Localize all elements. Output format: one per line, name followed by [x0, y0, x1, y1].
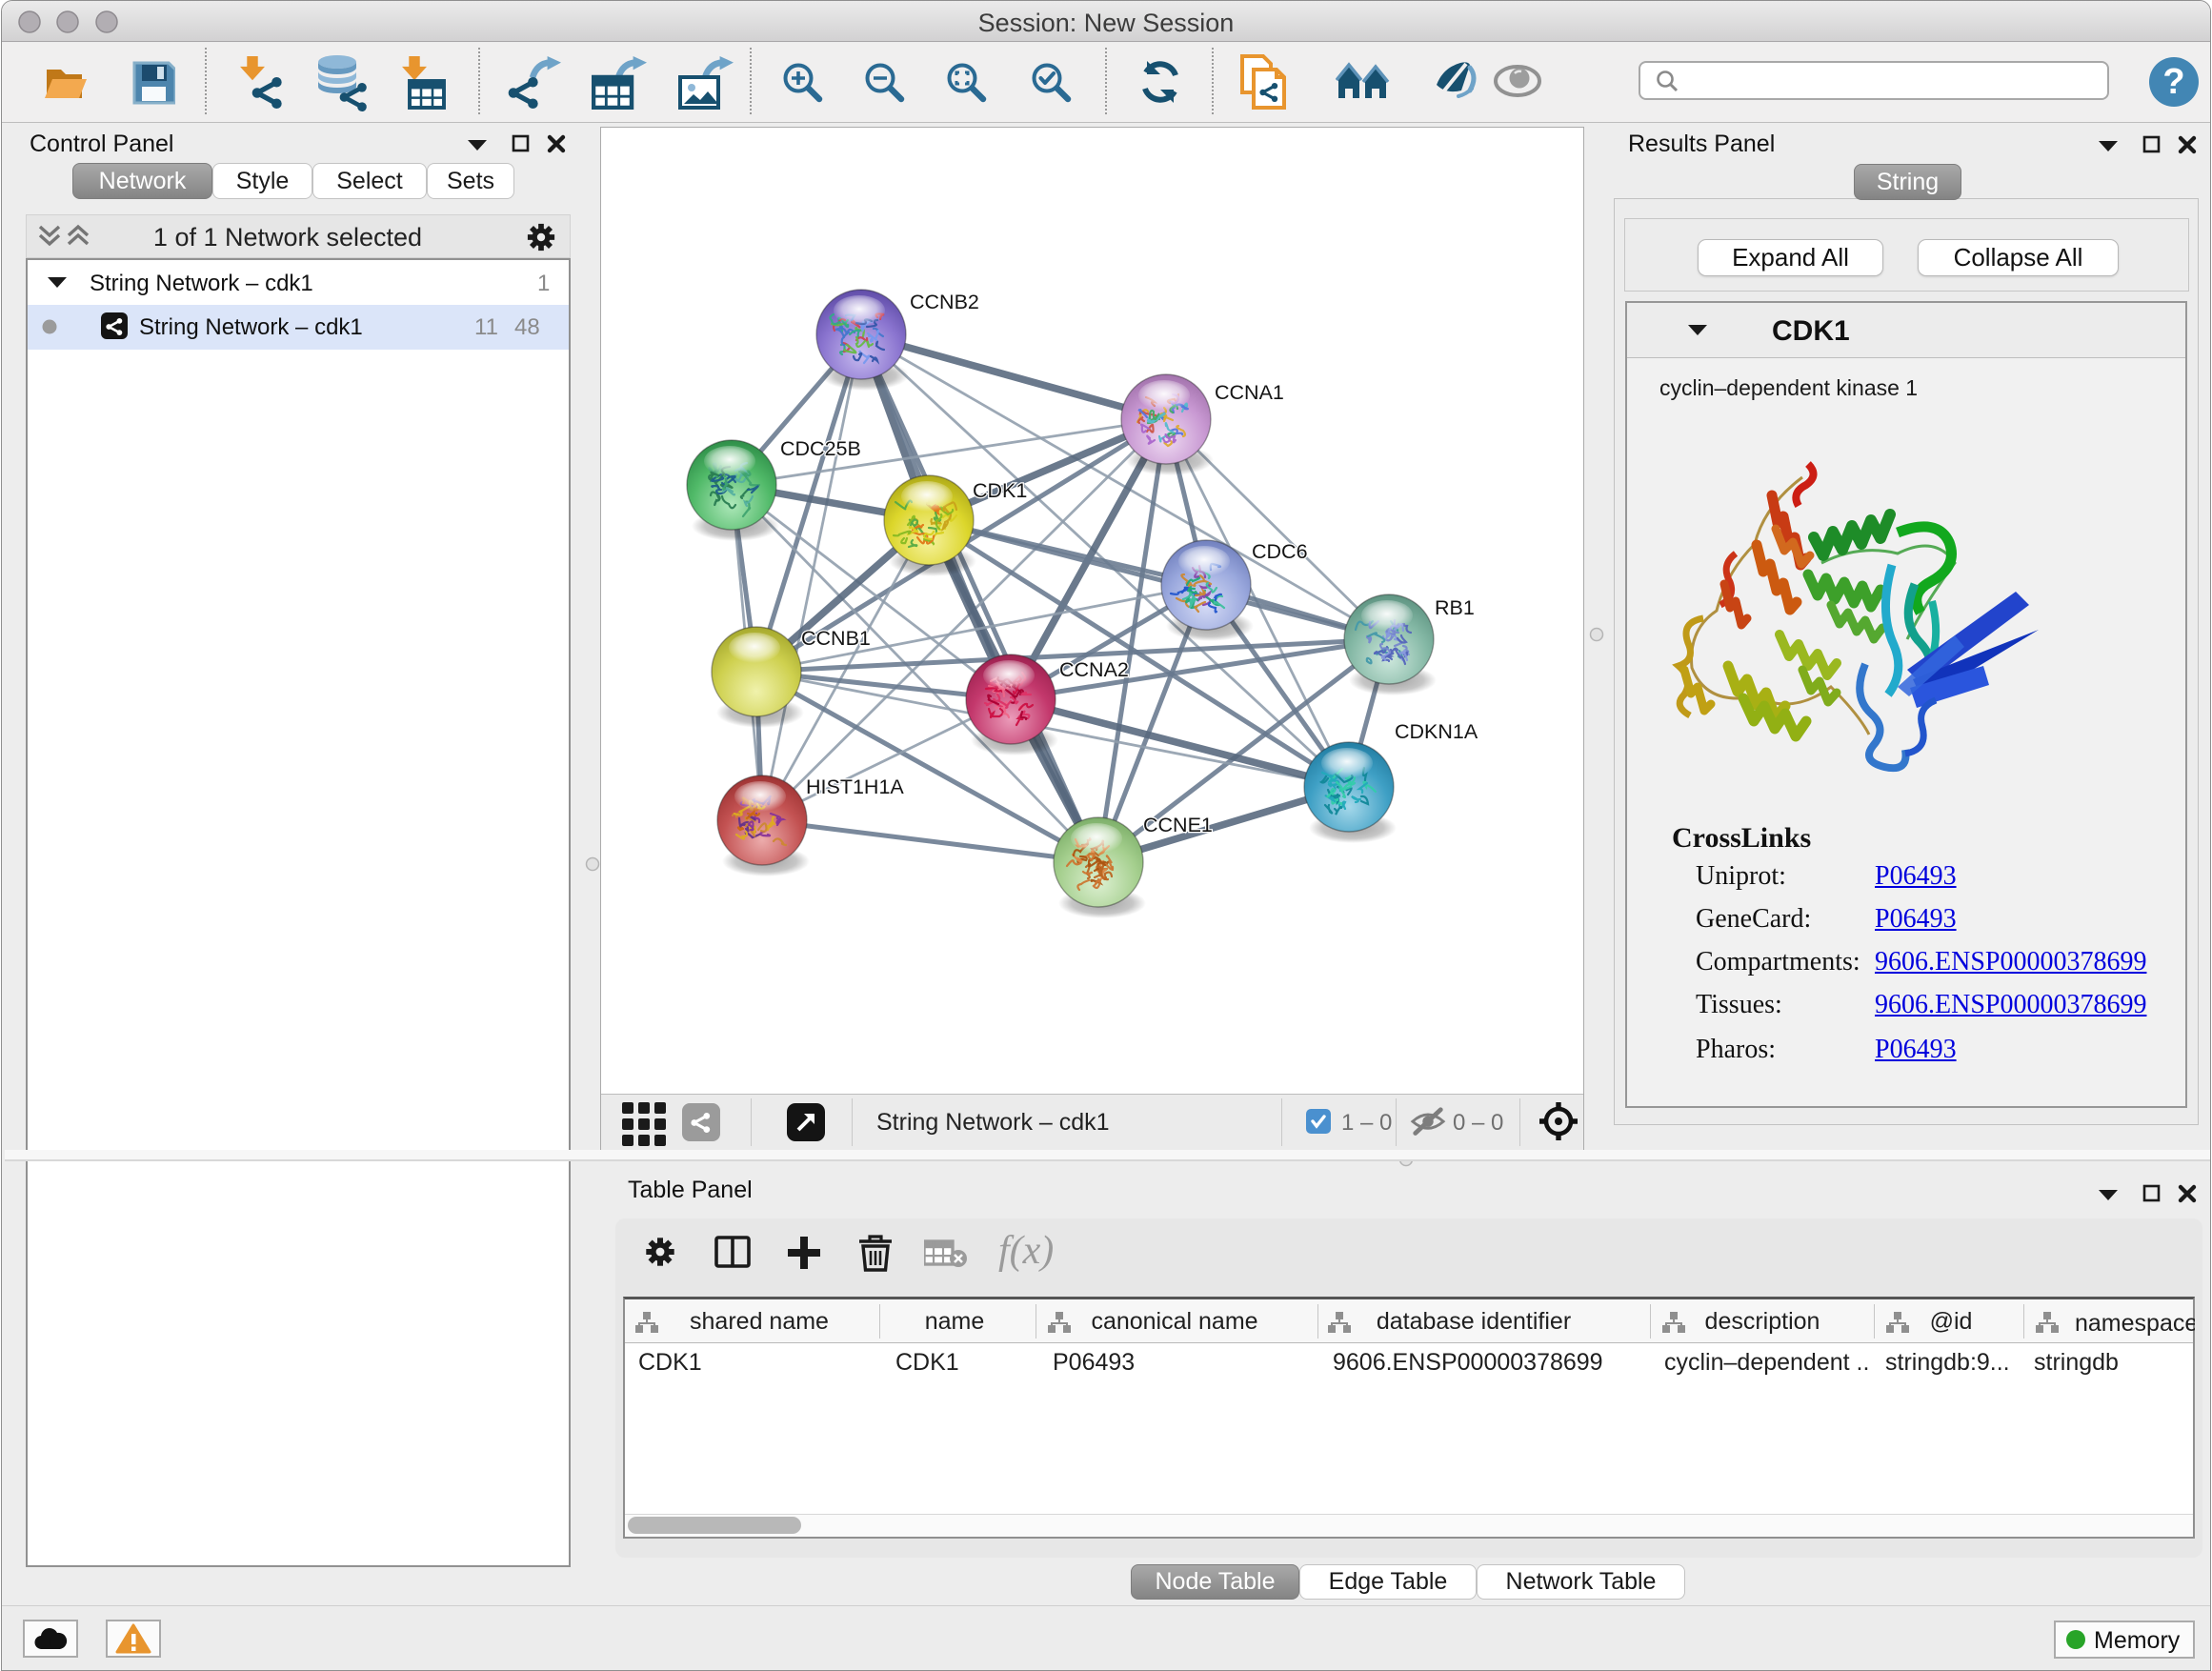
svg-text:CCNA2: CCNA2 [1059, 658, 1129, 681]
svg-text:CCNA1: CCNA1 [1215, 381, 1284, 404]
svg-text:CDK1: CDK1 [973, 479, 1027, 502]
svg-text:CDC25B: CDC25B [780, 437, 861, 460]
svg-text:CCNB2: CCNB2 [910, 291, 979, 313]
svg-text:CDKN1A: CDKN1A [1395, 720, 1478, 743]
svg-text:CDC6: CDC6 [1252, 540, 1308, 563]
svg-text:?: ? [2162, 62, 2184, 102]
svg-text:HIST1H1A: HIST1H1A [806, 775, 904, 798]
svg-text:CCNE1: CCNE1 [1143, 814, 1213, 836]
svg-text:RB1: RB1 [1435, 596, 1475, 619]
svg-text:CCNB1: CCNB1 [801, 627, 871, 650]
